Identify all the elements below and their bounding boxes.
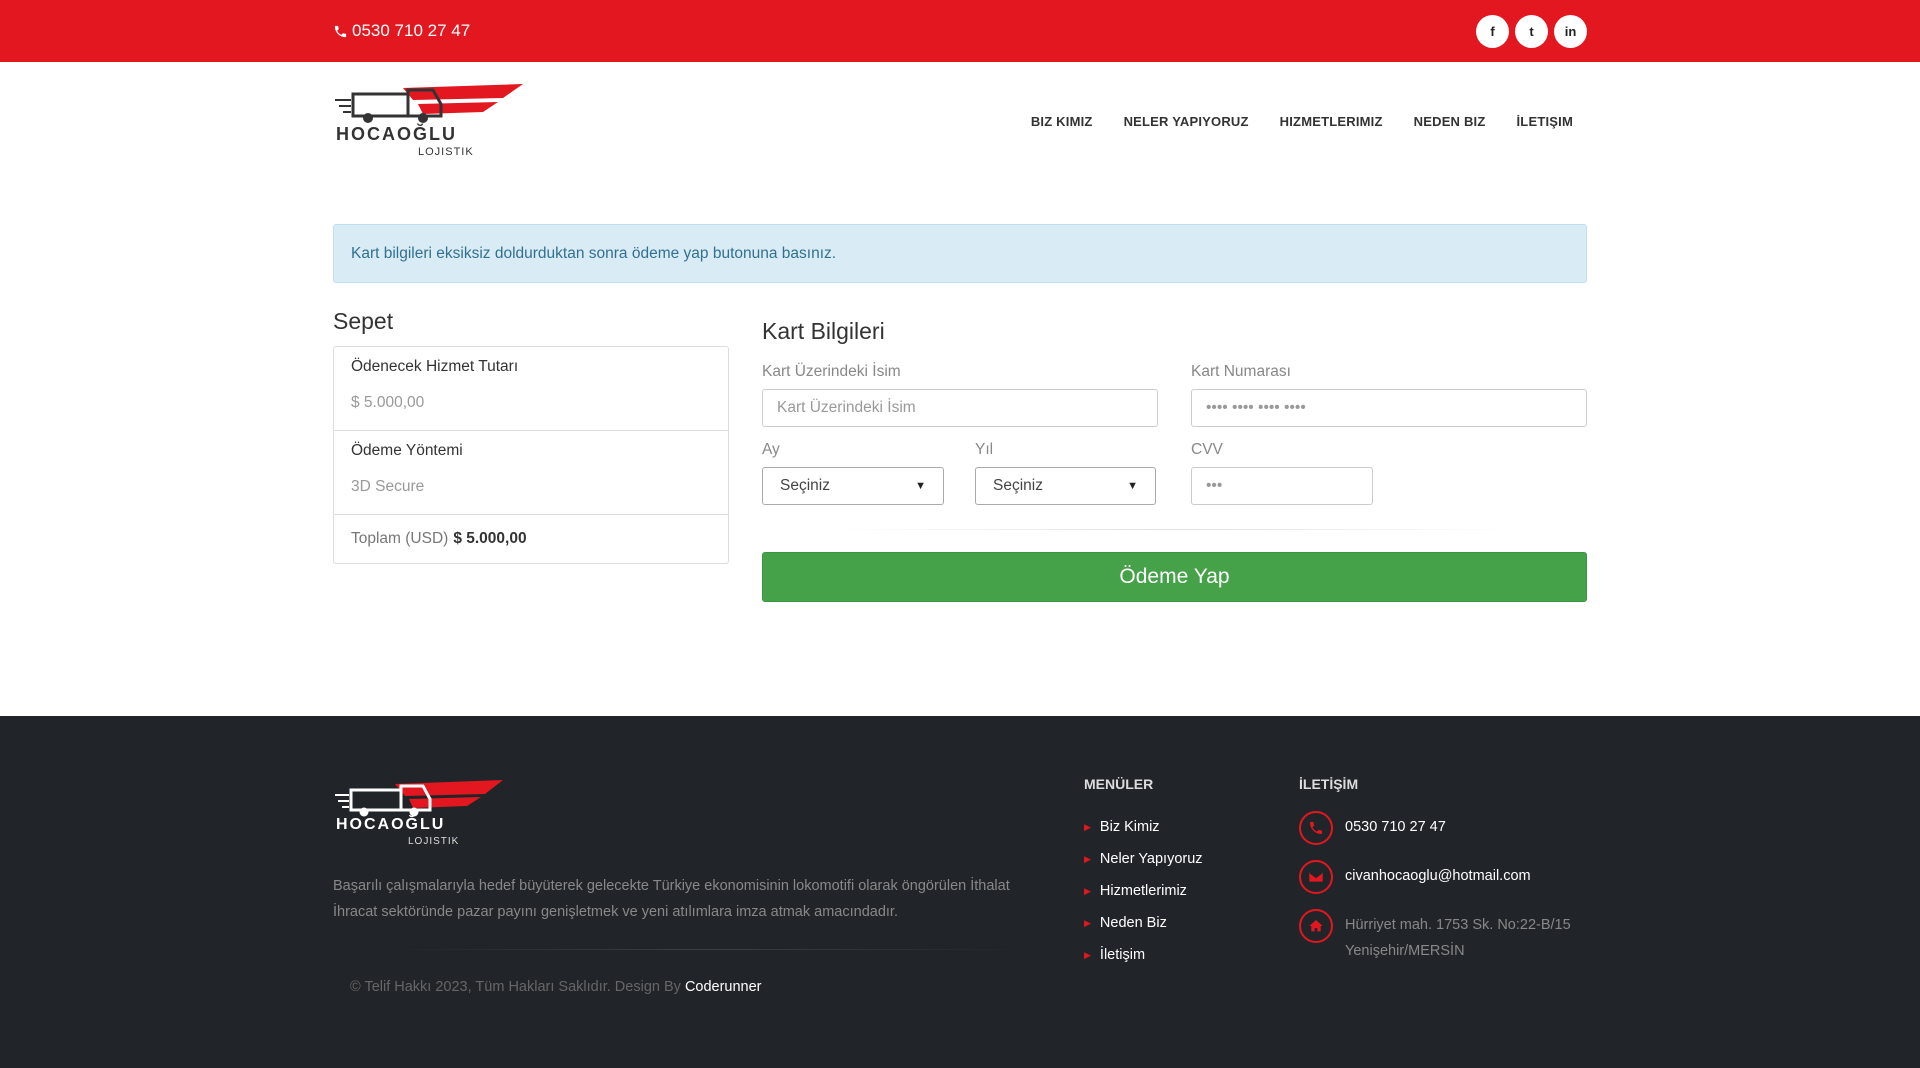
card-name-label: Kart Üzerindeki İsim xyxy=(762,363,901,380)
year-group: Yıl Seçiniz ▼ xyxy=(975,441,1156,505)
contact-address-text: Hürriyet mah. 1753 Sk. No:22-B/15 Yenişe… xyxy=(1345,917,1571,959)
social-links: f t in xyxy=(1476,14,1587,48)
footer-menu-label: Biz Kimiz xyxy=(1099,819,1160,835)
cart-total-value: $ 5.000,00 xyxy=(453,530,527,547)
nav-biz-kimiz[interactable]: BIZ KIMIZ xyxy=(1031,114,1093,129)
footer-logo-sub: LOJISTIK xyxy=(408,836,460,847)
twitter-icon[interactable]: t xyxy=(1515,14,1548,48)
main-nav: BIZ KIMIZ NELER YAPIYORUZ HIZMETLERIMIZ … xyxy=(1031,114,1573,129)
contact-phone-text: 0530 710 27 47 xyxy=(1345,819,1446,835)
topbar-phone-text: 0530 710 27 47 xyxy=(352,21,471,40)
info-alert: Kart bilgileri eksiksiz doldurduktan son… xyxy=(333,224,1587,283)
footer-menu-item[interactable]: ▶ Neler Yapıyoruz xyxy=(1084,843,1203,875)
truck-logo-icon xyxy=(335,84,523,123)
footer-menu-label: Neden Biz xyxy=(1099,915,1167,931)
pay-button[interactable]: Ödeme Yap xyxy=(762,552,1587,602)
cvv-input[interactable]: ••• xyxy=(1191,467,1373,505)
form-divider xyxy=(832,529,1517,530)
linkedin-icon[interactable]: in xyxy=(1554,14,1587,48)
card-name-input[interactable]: Kart Üzerindeki İsim xyxy=(762,389,1158,427)
cart-item-label: Ödenecek Hizmet Tutarı xyxy=(351,358,519,375)
phone-icon xyxy=(334,25,347,37)
footer-menu-item[interactable]: ▶ Neden Biz xyxy=(1084,907,1203,939)
chevron-down-icon: ▼ xyxy=(1127,480,1138,492)
phone-icon xyxy=(1299,811,1333,845)
site-footer: HOCAOĞLU LOJISTIK Başarılı çalışmalarıyl… xyxy=(0,716,1920,1068)
year-select-value: Seçiniz xyxy=(993,477,1043,494)
footer-menu-label: İletişim xyxy=(1099,947,1146,963)
logo-sub: LOJISTIK xyxy=(418,146,474,158)
envelope-icon xyxy=(1299,860,1333,894)
form-title: Kart Bilgileri xyxy=(762,318,885,344)
nav-iletisim[interactable]: İLETIŞIM xyxy=(1517,114,1574,129)
card-number-group: Kart Numarası •••• •••• •••• •••• xyxy=(1191,363,1587,427)
contact-email[interactable]: civanhocaoglu@hotmail.com xyxy=(1299,860,1599,894)
card-form: Kart Bilgileri Kart Üzerindeki İsim Kart… xyxy=(762,308,1587,602)
month-select-value: Seçiniz xyxy=(780,477,830,494)
cvv-group: CVV ••• xyxy=(1191,441,1373,505)
cart-title: Sepet xyxy=(333,308,394,334)
main-content: Kart bilgileri eksiksiz doldurduktan son… xyxy=(333,224,1587,602)
footer-menu-label: Neler Yapıyoruz xyxy=(1099,851,1203,867)
footer-menu-title: MENÜLER xyxy=(1084,776,1154,792)
nav-hizmetlerimiz[interactable]: HIZMETLERIMIZ xyxy=(1280,114,1383,129)
card-number-label: Kart Numarası xyxy=(1191,363,1291,380)
month-label: Ay xyxy=(762,441,780,458)
logo-brand: HOCAOĞLU xyxy=(336,124,457,144)
footer-menu-item[interactable]: ▶ İletişim xyxy=(1084,939,1203,971)
contact-address: Hürriyet mah. 1753 Sk. No:22-B/15 Yenişe… xyxy=(1299,909,1599,964)
cart-total: Toplam (USD) $ 5.000,00 xyxy=(334,515,728,563)
cart-item-label: Ödeme Yöntemi xyxy=(351,442,463,459)
cart-list: Ödenecek Hizmet Tutarı $ 5.000,00 Ödeme … xyxy=(333,346,729,564)
caret-right-icon: ▶ xyxy=(1084,821,1091,832)
footer-contact: İLETİŞİM 0530 710 27 47 civanhocaoglu@ho… xyxy=(1299,776,1599,979)
card-name-group: Kart Üzerindeki İsim Kart Üzerindeki İsi… xyxy=(762,363,1158,427)
caret-right-icon: ▶ xyxy=(1084,885,1091,896)
site-logo[interactable]: HOCAOĞLU LOJISTIK xyxy=(333,76,523,166)
month-select[interactable]: Seçiniz ▼ xyxy=(762,467,944,505)
facebook-icon[interactable]: f xyxy=(1476,14,1509,48)
cart-item-value: $ 5.000,00 xyxy=(351,394,425,411)
cart-panel: Sepet Ödenecek Hizmet Tutarı $ 5.000,00 … xyxy=(333,308,729,602)
footer-logo-brand: HOCAOĞLU xyxy=(336,816,446,833)
site-header: HOCAOĞLU LOJISTIK BIZ KIMIZ NELER YAPIYO… xyxy=(0,62,1920,180)
copyright: © Telif Hakkı 2023, Tüm Hakları Saklıdır… xyxy=(350,979,762,995)
caret-right-icon: ▶ xyxy=(1084,949,1091,960)
contact-email-text: civanhocaoglu@hotmail.com xyxy=(1345,868,1531,884)
footer-menu-label: Hizmetlerimiz xyxy=(1099,883,1187,899)
footer-contact-title: İLETİŞİM xyxy=(1299,776,1359,792)
nav-neden-biz[interactable]: NEDEN BIZ xyxy=(1414,114,1486,129)
footer-description: Başarılı çalışmalarıyla hedef büyüterek … xyxy=(333,878,1010,920)
footer-menu: MENÜLER ▶ Biz Kimiz ▶ Neler Yapıyoruz ▶ Hiz… xyxy=(1084,776,1203,971)
truck-logo-icon xyxy=(335,780,503,817)
home-icon xyxy=(1299,909,1333,943)
year-label: Yıl xyxy=(975,441,994,458)
topbar-phone[interactable]: 0530 710 27 47 xyxy=(333,21,470,41)
footer-menu-item[interactable]: ▶ Hizmetlerimiz xyxy=(1084,875,1203,907)
contact-phone[interactable]: 0530 710 27 47 xyxy=(1299,811,1599,845)
designer-link[interactable]: Coderunner xyxy=(685,979,762,995)
copyright-text: © Telif Hakkı 2023, Tüm Hakları Saklıdır… xyxy=(350,979,681,995)
footer-menu-item[interactable]: ▶ Biz Kimiz xyxy=(1084,811,1203,843)
footer-divider xyxy=(383,949,1033,950)
top-bar: 0530 710 27 47 f t in xyxy=(0,0,1920,62)
cart-item: Ödenecek Hizmet Tutarı $ 5.000,00 xyxy=(334,347,728,431)
cart-item-value: 3D Secure xyxy=(351,478,425,495)
cart-item: Ödeme Yöntemi 3D Secure xyxy=(334,431,728,515)
caret-right-icon: ▶ xyxy=(1084,853,1091,864)
chevron-down-icon: ▼ xyxy=(915,480,926,492)
card-number-input[interactable]: •••• •••• •••• •••• xyxy=(1191,389,1587,427)
nav-neler-yapiyoruz[interactable]: NELER YAPIYORUZ xyxy=(1124,114,1249,129)
year-select[interactable]: Seçiniz ▼ xyxy=(975,467,1156,505)
month-group: Ay Seçiniz ▼ xyxy=(762,441,944,505)
footer-logo[interactable]: HOCAOĞLU LOJISTIK xyxy=(333,774,503,854)
cart-total-label: Toplam (USD) xyxy=(351,530,449,547)
cvv-label: CVV xyxy=(1191,441,1223,458)
caret-right-icon: ▶ xyxy=(1084,917,1091,928)
